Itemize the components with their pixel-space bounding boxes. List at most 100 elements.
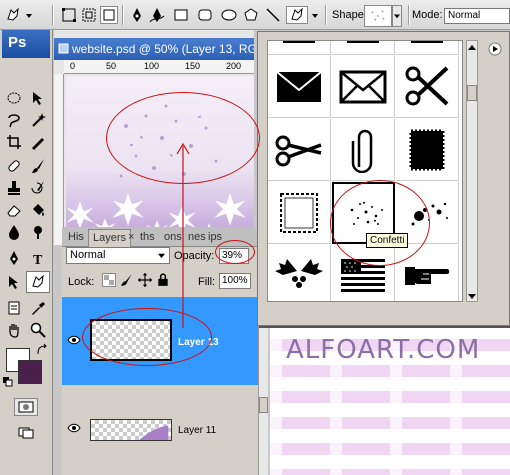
horizontal-ruler: 0 50 100 150 200: [64, 60, 254, 74]
custom-shape-icon[interactable]: [286, 6, 308, 24]
layer-row-layer-11[interactable]: Layer 11: [62, 407, 258, 455]
ruler-tick: 50: [106, 61, 117, 71]
scroll-thumb[interactable]: [467, 85, 477, 101]
chevron-down-icon: [158, 253, 165, 259]
divider: [408, 5, 409, 25]
picker-menu-icon[interactable]: [488, 42, 502, 56]
shape-stamp-outline[interactable]: [268, 182, 331, 244]
ruler-tick: 200: [226, 61, 242, 71]
crop-tool-icon[interactable]: [4, 132, 24, 152]
ruler-tick: 0: [70, 61, 76, 71]
lock-position-icon[interactable]: [138, 273, 152, 287]
paint-bucket-icon[interactable]: [28, 200, 48, 220]
divider: [52, 5, 53, 25]
quick-mask-icon[interactable]: [14, 398, 38, 416]
visibility-eye-icon[interactable]: [67, 423, 81, 433]
magic-wand-tool-icon[interactable]: [28, 110, 48, 130]
brush-tool-icon[interactable]: [28, 156, 48, 176]
shape-stamp-filled[interactable]: [396, 119, 459, 181]
layer-thumbnail[interactable]: [90, 419, 172, 441]
default-colors-icon[interactable]: [2, 376, 14, 388]
tab-paths[interactable]: ths: [136, 229, 159, 247]
blend-mode-select[interactable]: Normal: [66, 247, 170, 264]
document-icon: [58, 43, 69, 54]
tool-preset-dropdown-icon[interactable]: [24, 6, 34, 24]
layer-name[interactable]: Layer 11: [178, 425, 216, 436]
type-tool-icon[interactable]: T: [28, 248, 48, 268]
shape-envelope-outline[interactable]: [332, 56, 395, 118]
shape-envelope-filled[interactable]: [268, 56, 331, 118]
marquee-tool-icon[interactable]: [4, 88, 24, 108]
lock-transparency-icon[interactable]: [102, 273, 116, 287]
blur-tool-icon[interactable]: [4, 222, 24, 242]
shape-layers-icon[interactable]: [60, 6, 78, 24]
rectangle-tool-icon[interactable]: [172, 6, 190, 24]
fill-input[interactable]: 100%: [219, 273, 251, 289]
eraser-tool-icon[interactable]: [4, 200, 24, 220]
pen-tool-icon[interactable]: [4, 248, 24, 268]
shape-scissors-open[interactable]: [396, 56, 459, 118]
mode-select[interactable]: Normal: [444, 8, 510, 24]
tab-history[interactable]: His: [64, 229, 88, 247]
visibility-eye-icon[interactable]: [67, 335, 81, 345]
annotation-ring: [215, 240, 255, 264]
lasso-tool-icon[interactable]: [4, 110, 24, 130]
mode-label: Mode:: [412, 9, 443, 21]
ellipse-tool-icon[interactable]: [220, 6, 238, 24]
custom-shape-tool-icon[interactable]: [4, 6, 22, 24]
pen-tool-icon[interactable]: [128, 6, 146, 24]
hand-tool-icon[interactable]: [4, 320, 24, 340]
polygon-tool-icon[interactable]: [242, 6, 260, 24]
shape-paperclip[interactable]: [332, 119, 395, 181]
freeform-pen-icon[interactable]: [148, 6, 166, 24]
paths-icon[interactable]: [80, 6, 98, 24]
photoshop-window: { "app": { "logo": "Ps" }, "options_bar"…: [0, 0, 510, 475]
shape-partial[interactable]: [268, 41, 331, 55]
move-tool-icon[interactable]: [28, 88, 48, 108]
slice-tool-icon[interactable]: [28, 132, 48, 152]
scroll-up-icon[interactable]: [468, 43, 476, 51]
shape-label: Shape:: [332, 9, 367, 21]
shape-partial[interactable]: [396, 41, 459, 55]
divider: [325, 5, 326, 25]
path-selection-icon[interactable]: [4, 272, 24, 292]
vertical-ruler: [54, 74, 64, 245]
fill-label: Fill:: [198, 276, 216, 288]
dodge-tool-icon[interactable]: [28, 222, 48, 242]
rounded-rectangle-tool-icon[interactable]: [196, 6, 214, 24]
watermark: ALFOART.COM: [286, 335, 481, 365]
annotation-ring: [82, 308, 212, 366]
shape-preview[interactable]: [364, 5, 392, 27]
zoom-tool-icon[interactable]: [28, 320, 48, 340]
line-tool-icon[interactable]: [264, 6, 282, 24]
ruler-tick: 150: [185, 61, 201, 71]
lock-all-icon[interactable]: [156, 273, 170, 287]
scroll-down-icon[interactable]: [468, 291, 476, 299]
background-color-swatch[interactable]: [18, 360, 42, 384]
blend-mode-value: Normal: [70, 249, 106, 261]
shape-holly[interactable]: [268, 245, 331, 301]
shape-picker-scrollbar[interactable]: [466, 40, 478, 302]
divider: [122, 5, 123, 25]
custom-shape-tool-icon[interactable]: [26, 271, 50, 293]
ruler-tick: 100: [144, 61, 160, 71]
shape-partial[interactable]: [332, 41, 395, 55]
annotation-ring: [330, 180, 430, 266]
history-brush-icon[interactable]: [28, 178, 48, 198]
clone-stamp-icon[interactable]: [4, 178, 24, 198]
custom-shape-picker: [257, 31, 510, 326]
document-title[interactable]: website.psd @ 50% (Layer 13, RGB/: [54, 38, 254, 60]
ps-logo[interactable]: Ps: [2, 30, 50, 58]
fill-pixels-icon[interactable]: [100, 6, 118, 24]
shape-picker-dropdown-icon[interactable]: [392, 5, 402, 27]
annotation-arrow-icon: [176, 142, 190, 328]
eyedropper-tool-icon[interactable]: [28, 298, 48, 318]
healing-brush-icon[interactable]: [4, 156, 24, 176]
screen-mode-icon[interactable]: [14, 424, 38, 442]
scroll-thumb[interactable]: [259, 397, 268, 413]
geometry-options-dropdown-icon[interactable]: [310, 6, 320, 24]
lock-pixels-icon[interactable]: [120, 273, 134, 287]
shape-scissors[interactable]: [268, 119, 331, 181]
swap-colors-icon[interactable]: [36, 343, 48, 356]
notes-tool-icon[interactable]: [4, 298, 24, 318]
